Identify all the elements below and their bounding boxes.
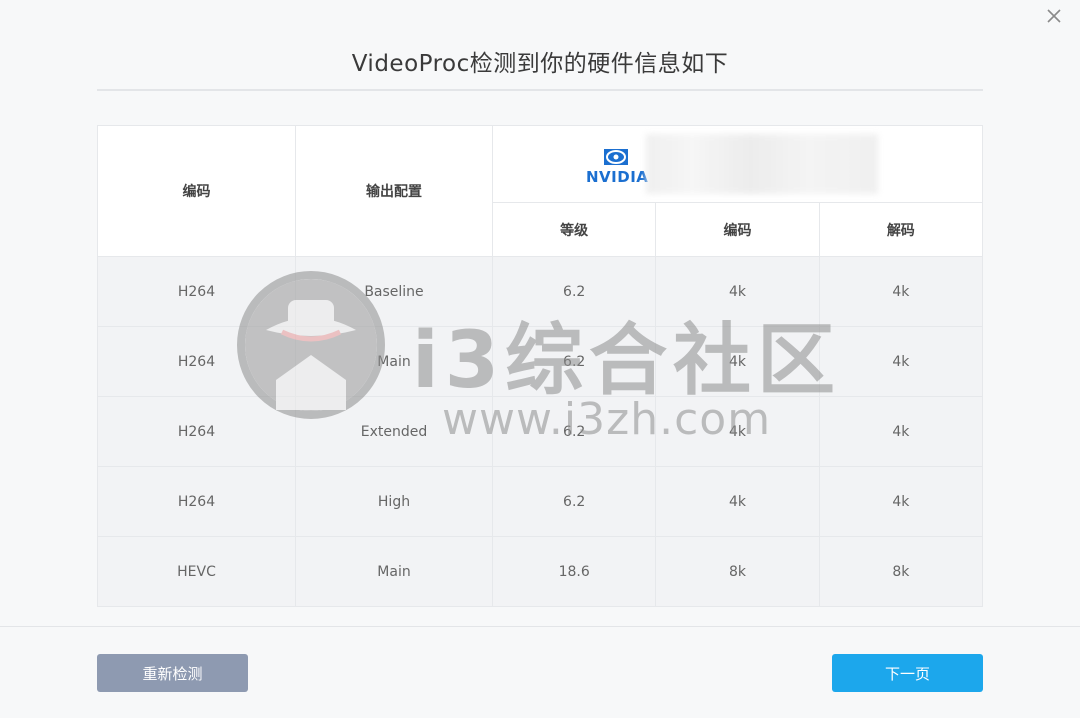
table-row: H264 High 6.2 4k 4k <box>98 466 982 536</box>
gpu-subheader: 等级 编码 解码 <box>493 203 982 256</box>
cell-level: 6.2 <box>493 327 657 396</box>
cell-encode: 4k <box>656 467 820 536</box>
cell-codec: HEVC <box>98 537 296 606</box>
cell-level: 6.2 <box>493 257 657 326</box>
redetect-button[interactable]: 重新检测 <box>97 654 248 692</box>
table-row: HEVC Main 18.6 8k 8k <box>98 536 982 606</box>
footer-divider <box>0 626 1080 627</box>
next-page-button[interactable]: 下一页 <box>832 654 983 692</box>
cell-codec: H264 <box>98 257 296 326</box>
header-codec: 编码 <box>98 126 296 256</box>
header-output-profile: 输出配置 <box>296 126 493 256</box>
title-divider <box>97 89 983 91</box>
cell-decode: 4k <box>892 423 910 440</box>
close-button[interactable] <box>1042 4 1066 28</box>
cell-level: 6.2 <box>493 397 657 466</box>
gpu-header-group: NVIDIA 等级 编码 解码 <box>493 126 982 256</box>
cell-decode: 8k <box>892 563 910 580</box>
gpu-model-blurred <box>646 134 878 194</box>
header-level: 等级 <box>493 203 657 256</box>
cell-profile: High <box>296 467 493 536</box>
cell-profile: Main <box>296 537 493 606</box>
header-encode: 编码 <box>656 203 820 256</box>
table-row: H264 Extended 6.2 4k 4k <box>98 396 982 466</box>
gpu-brand-label: NVIDIA <box>586 168 649 186</box>
cell-encode: 4k <box>656 397 820 466</box>
table-row: H264 Baseline 6.2 4k 4k <box>98 256 982 326</box>
cell-codec: H264 <box>98 467 296 536</box>
cell-profile: Baseline <box>296 257 493 326</box>
cell-level: 6.2 <box>493 467 657 536</box>
cell-codec: H264 <box>98 327 296 396</box>
cell-decode: 4k <box>892 353 910 370</box>
header-decode: 解码 <box>886 222 915 239</box>
cell-profile: Extended <box>296 397 493 466</box>
cell-encode: 4k <box>656 327 820 396</box>
hardware-info-table: 编码 输出配置 NVIDIA 等级 编码 解码 H264 Baseline 6.… <box>97 125 983 607</box>
table-header: 编码 输出配置 NVIDIA 等级 编码 解码 <box>98 126 982 256</box>
gpu-info: NVIDIA <box>493 126 982 203</box>
dialog-title: VideoProc检测到你的硬件信息如下 <box>351 51 729 77</box>
cell-encode: 8k <box>656 537 820 606</box>
nvidia-logo-icon: NVIDIA <box>586 146 649 186</box>
close-icon <box>1047 9 1061 23</box>
cell-profile: Main <box>296 327 493 396</box>
cell-encode: 4k <box>656 257 820 326</box>
cell-level: 18.6 <box>493 537 657 606</box>
table-row: H264 Main 6.2 4k 4k <box>98 326 982 396</box>
cell-decode: 4k <box>892 283 910 300</box>
cell-codec: H264 <box>98 397 296 466</box>
cell-decode: 4k <box>892 493 910 510</box>
